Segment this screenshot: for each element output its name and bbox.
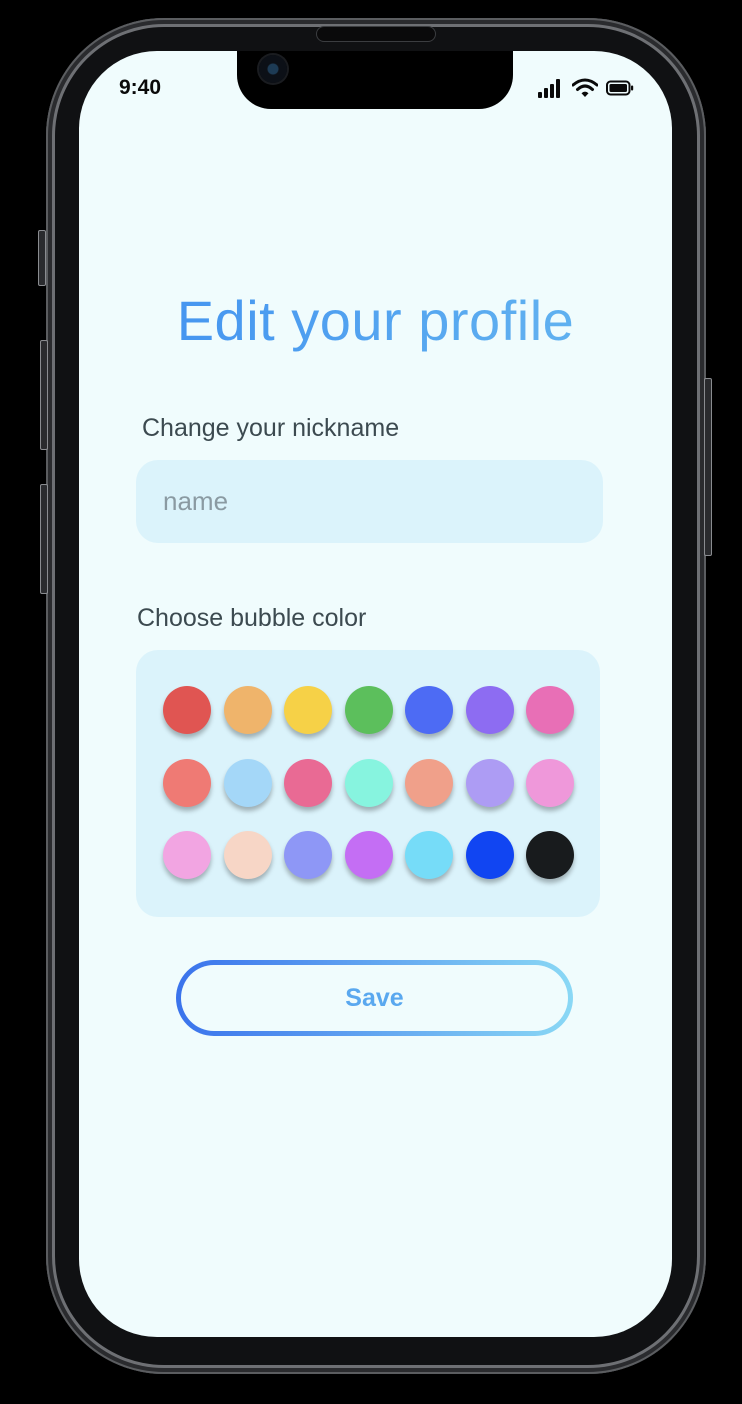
- swatch-grid: [163, 686, 574, 879]
- color-swatch[interactable]: [344, 686, 393, 734]
- color-swatch[interactable]: [344, 758, 393, 807]
- color-swatch[interactable]: [465, 758, 514, 807]
- nickname-input[interactable]: [136, 460, 603, 543]
- color-swatch[interactable]: [284, 686, 332, 734]
- color-swatch[interactable]: [405, 758, 453, 807]
- save-button-label: Save: [181, 965, 568, 1031]
- save-button[interactable]: Save: [176, 960, 573, 1036]
- color-swatch[interactable]: [163, 831, 211, 879]
- volume-down-button: [40, 484, 48, 594]
- color-swatch[interactable]: [284, 758, 332, 807]
- color-swatch[interactable]: [223, 831, 272, 879]
- status-icons: [538, 78, 634, 103]
- front-camera: [259, 55, 287, 83]
- status-time: 9:40: [119, 76, 162, 99]
- signal-icon: [538, 78, 564, 103]
- color-swatch[interactable]: [163, 758, 211, 807]
- color-swatch[interactable]: [405, 831, 453, 879]
- wifi-icon: [571, 78, 599, 103]
- color-swatch[interactable]: [526, 686, 574, 734]
- bubble-color-label: Choose bubble color: [137, 604, 367, 632]
- color-swatch[interactable]: [163, 686, 211, 734]
- battery-icon: [606, 80, 634, 101]
- color-swatch[interactable]: [465, 686, 514, 734]
- color-swatch[interactable]: [344, 831, 393, 879]
- notch: [237, 51, 513, 109]
- color-swatch[interactable]: [223, 686, 272, 734]
- color-swatch[interactable]: [526, 831, 574, 879]
- volume-up-button: [40, 340, 48, 450]
- color-swatch[interactable]: [284, 831, 332, 879]
- color-swatch[interactable]: [526, 758, 574, 807]
- phone-screen: 9:40 Edit your profile Change your nickn…: [79, 51, 672, 1337]
- earpiece-speaker: [316, 26, 436, 42]
- color-swatch[interactable]: [223, 758, 272, 807]
- color-palette: [136, 650, 600, 917]
- color-swatch[interactable]: [465, 831, 514, 879]
- nickname-label: Change your nickname: [142, 414, 400, 442]
- color-swatch[interactable]: [405, 686, 453, 734]
- mute-switch: [38, 230, 46, 286]
- power-button: [704, 378, 712, 556]
- page-title: Edit your profile: [79, 288, 672, 353]
